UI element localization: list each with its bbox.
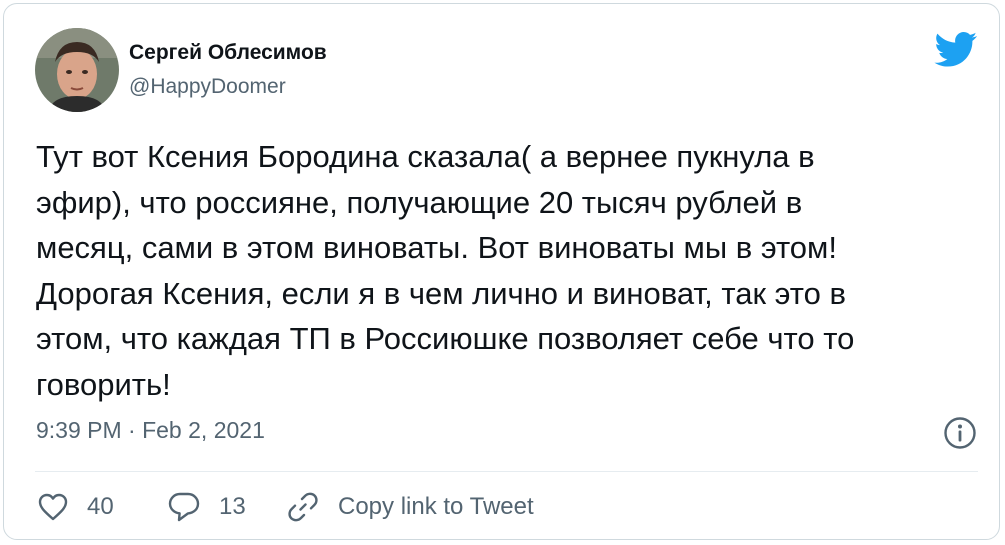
divider [35, 471, 978, 472]
reply-bubble-icon [167, 491, 201, 523]
tweet-timestamp[interactable]: 9:39 PM · Feb 2, 2021 [36, 417, 265, 444]
tweet-text: Тут вот Ксения Бородина сказала( а верне… [36, 139, 855, 402]
reply-count: 13 [219, 493, 246, 520]
link-icon [286, 490, 320, 524]
like-count: 40 [87, 493, 114, 520]
info-icon[interactable] [943, 416, 977, 450]
reply-button[interactable]: 13 [167, 488, 246, 526]
copy-link-button[interactable]: Copy link to Tweet [286, 488, 534, 526]
avatar[interactable] [35, 28, 119, 112]
heart-icon [37, 492, 69, 522]
twitter-bird-icon[interactable] [934, 32, 978, 68]
tweet-card: Сергей Облесимов @HappyDoomer Тут вот Кс… [3, 3, 1000, 540]
user-handle[interactable]: @HappyDoomer [129, 75, 286, 99]
display-name[interactable]: Сергей Облесимов [129, 41, 327, 65]
copy-link-label: Copy link to Tweet [338, 493, 534, 520]
like-button[interactable]: 40 [37, 488, 114, 526]
